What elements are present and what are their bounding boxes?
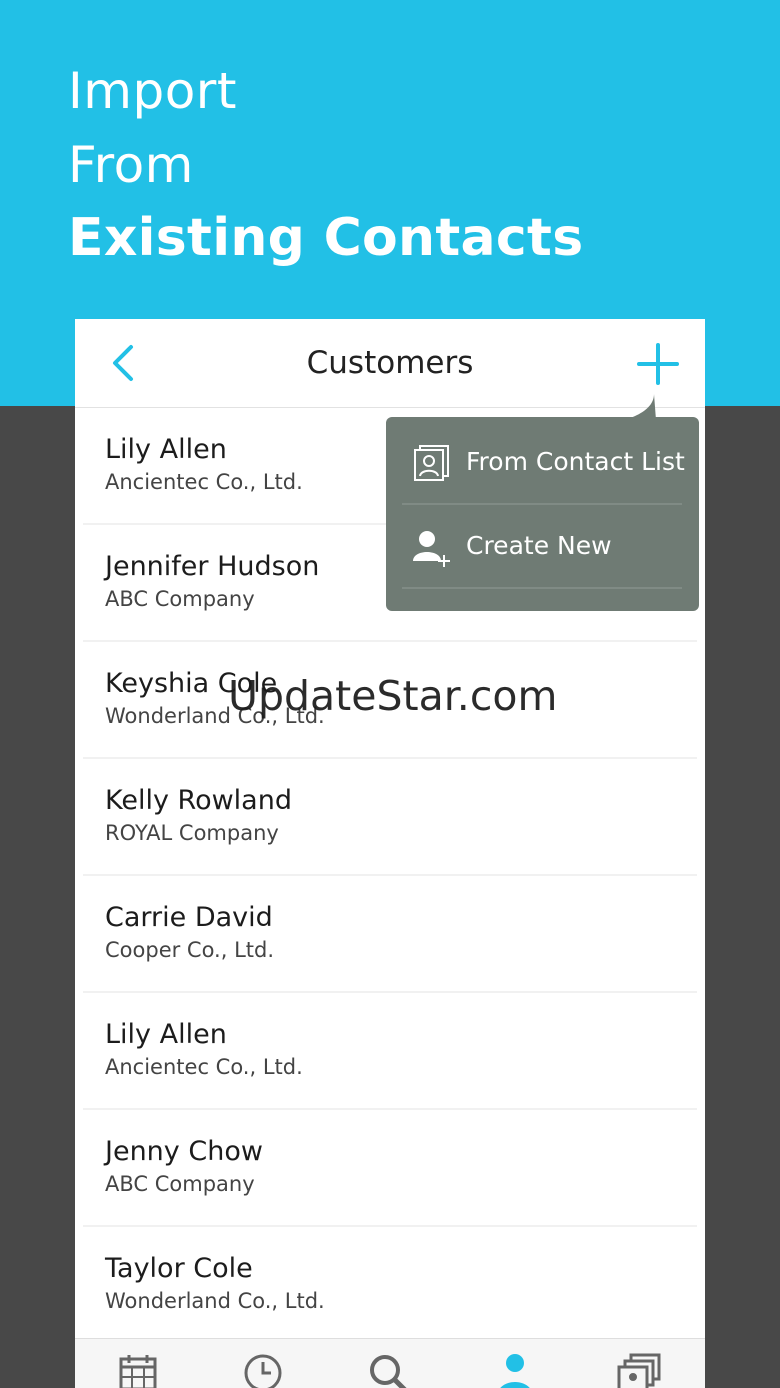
search-icon	[370, 1355, 407, 1388]
navigation-bar: Customers	[75, 319, 705, 408]
calendar-icon	[119, 1355, 157, 1388]
from-contact-list-option[interactable]: From Contact List	[402, 421, 685, 505]
cards-icon	[617, 1353, 661, 1388]
contact-company: ABC Company	[105, 587, 255, 611]
contact-name: Jennifer Hudson	[105, 551, 320, 582]
create-new-option[interactable]: Create New	[402, 505, 682, 589]
contact-name: Taylor Cole	[105, 1253, 253, 1284]
tab-history[interactable]	[237, 1353, 287, 1388]
contact-company: Ancientec Co., Ltd.	[105, 470, 303, 494]
contact-company: Cooper Co., Ltd.	[105, 938, 275, 962]
tab-cards[interactable]	[611, 1353, 661, 1388]
list-item[interactable]: Jenny Chow ABC Company	[83, 1110, 697, 1227]
hero-title-line-3: Existing Contacts	[68, 208, 584, 268]
hero-title-line-1: Import	[68, 62, 237, 120]
contact-card-icon	[414, 445, 449, 481]
tab-contacts[interactable]	[487, 1353, 537, 1388]
add-contact-popup-menu: From Contact List Create New	[386, 417, 699, 611]
contact-company: Wonderland Co., Ltd.	[105, 1289, 325, 1313]
contact-company: Ancientec Co., Ltd.	[105, 1055, 303, 1079]
contact-name: Lily Allen	[105, 434, 227, 465]
create-new-label: Create New	[466, 531, 612, 560]
list-item[interactable]: Carrie David Cooper Co., Ltd.	[83, 876, 697, 993]
hero-title-line-2: From	[68, 136, 194, 194]
tab-calendar[interactable]	[113, 1353, 163, 1388]
contact-name: Jenny Chow	[105, 1136, 263, 1167]
contact-company: ROYAL Company	[105, 821, 279, 845]
from-contact-list-label: From Contact List	[466, 447, 685, 476]
tab-search[interactable]	[362, 1353, 412, 1388]
page-title: Customers	[306, 345, 474, 381]
watermark-text: UpdateStar.com	[228, 672, 558, 720]
tab-bar	[75, 1338, 705, 1388]
list-item[interactable]: Kelly Rowland ROYAL Company	[83, 759, 697, 876]
person-icon	[500, 1354, 530, 1388]
clock-icon	[244, 1354, 282, 1388]
contact-name: Carrie David	[105, 902, 273, 933]
add-person-icon	[413, 531, 450, 567]
add-contact-button[interactable]	[635, 341, 681, 387]
contact-name: Lily Allen	[105, 1019, 227, 1050]
contact-company: ABC Company	[105, 1172, 255, 1196]
plus-icon	[637, 343, 679, 385]
list-item[interactable]: Taylor Cole Wonderland Co., Ltd.	[83, 1227, 697, 1344]
list-item[interactable]: Lily Allen Ancientec Co., Ltd.	[83, 993, 697, 1110]
contact-name: Kelly Rowland	[105, 785, 292, 816]
